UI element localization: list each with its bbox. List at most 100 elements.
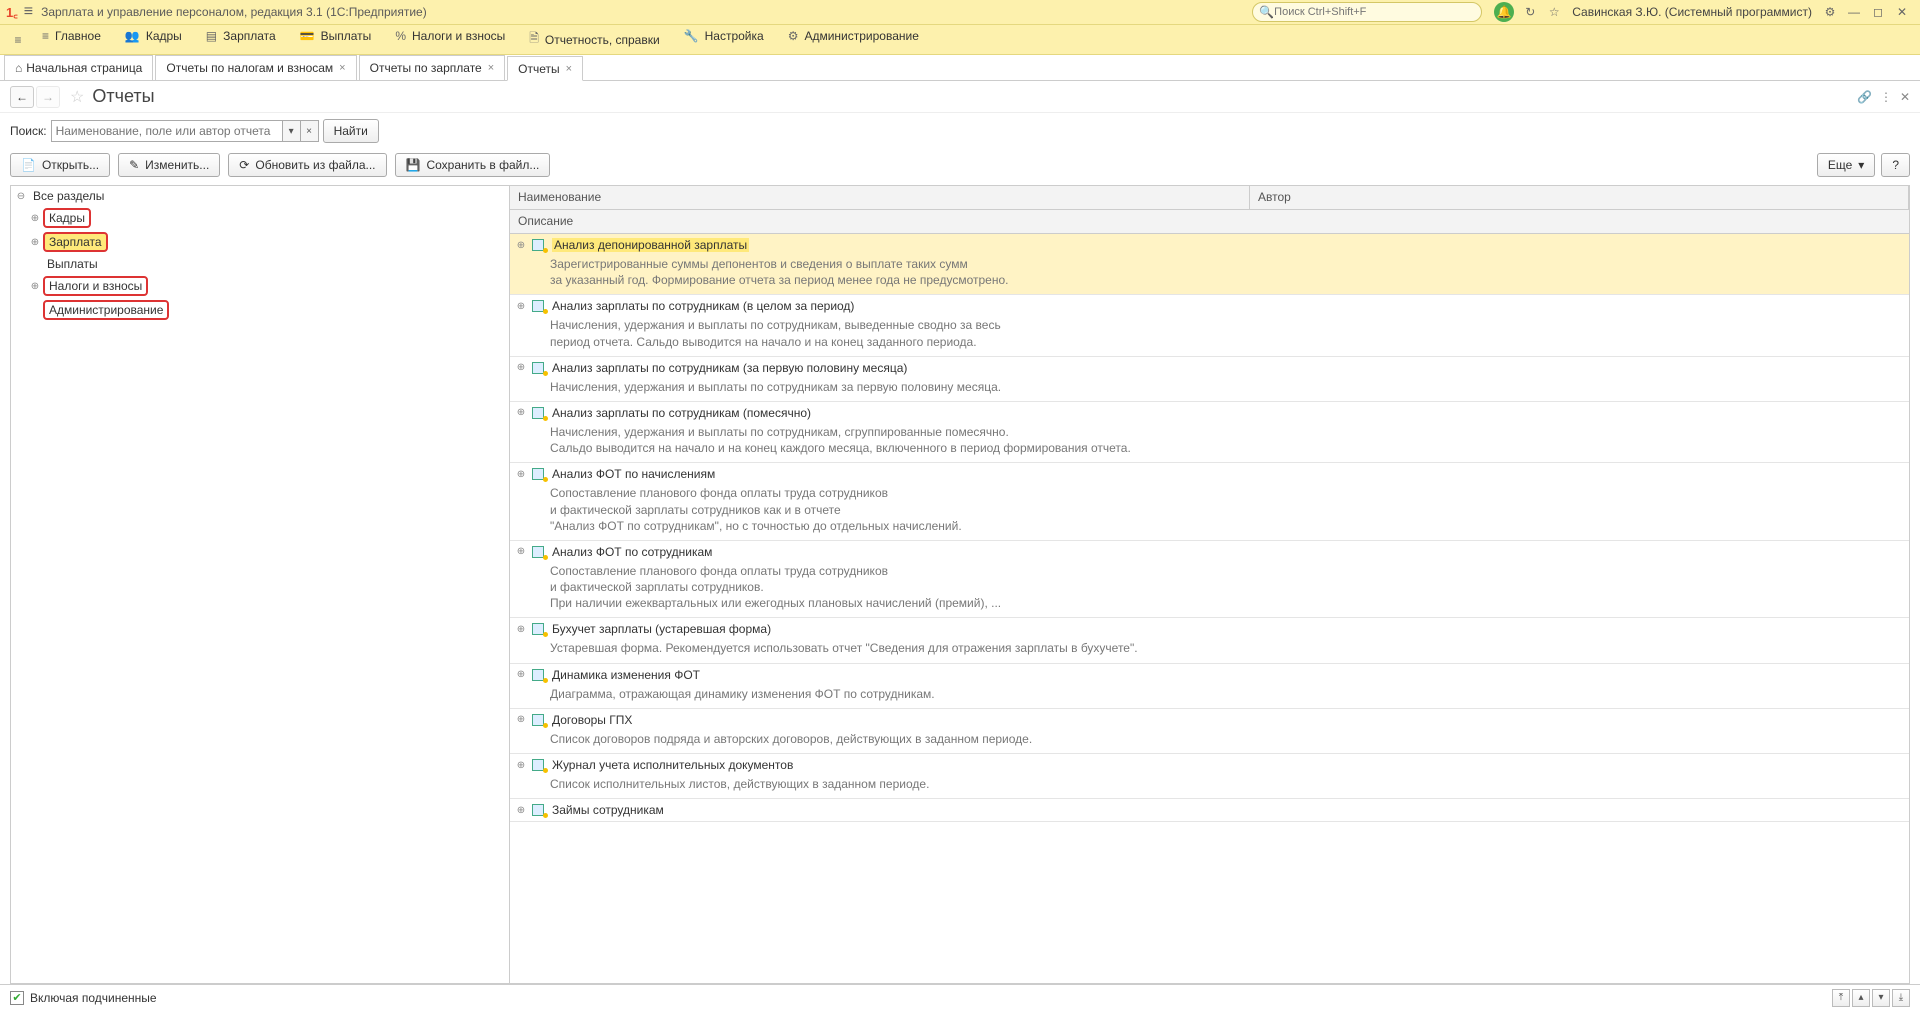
menu-item[interactable]: %Налоги и взносы — [383, 29, 517, 43]
tree-panel[interactable]: ⊖ Все разделы ⊕Кадры⊕ЗарплатаВыплаты⊕Нал… — [10, 185, 510, 984]
report-title: Анализ депонированной зарплаты — [552, 238, 749, 252]
menu-item[interactable]: 👥Кадры — [113, 29, 194, 43]
minimize-icon[interactable]: — — [1844, 2, 1864, 22]
report-item[interactable]: ⊕Займы сотрудникам — [510, 799, 1909, 822]
tab[interactable]: ⌂Начальная страница — [4, 55, 153, 80]
report-item[interactable]: ⊕Динамика изменения ФОТДиаграмма, отража… — [510, 664, 1909, 709]
nav-back-button[interactable]: ← — [10, 86, 34, 108]
search-input[interactable] — [52, 121, 282, 141]
nav-first-icon[interactable]: ⤒ — [1832, 989, 1850, 1007]
settings-icon[interactable]: ⚙ — [1820, 2, 1840, 22]
expand-icon[interactable]: ⊕ — [516, 301, 526, 312]
expand-icon[interactable]: ⊕ — [516, 546, 526, 557]
report-title: Бухучет зарплаты (устаревшая форма) — [552, 622, 771, 636]
collapse-icon[interactable]: ⊖ — [15, 191, 27, 202]
report-item[interactable]: ⊕Анализ зарплаты по сотрудникам (в целом… — [510, 295, 1909, 356]
hamburger-icon[interactable]: ≡ — [24, 3, 33, 21]
page-close-icon[interactable]: ✕ — [1900, 90, 1910, 104]
expand-icon[interactable]: ⊕ — [516, 407, 526, 418]
menu-item[interactable]: ▤Зарплата — [194, 29, 288, 43]
home-icon: ⌂ — [15, 61, 22, 75]
combo-dropdown-icon[interactable]: ▾ — [282, 121, 300, 141]
more-button[interactable]: Еще ▾ — [1817, 153, 1875, 177]
combo-clear-icon[interactable]: × — [300, 121, 318, 141]
tab-close-icon[interactable]: × — [488, 62, 494, 74]
tree-root[interactable]: ⊖ Все разделы — [11, 186, 509, 206]
report-item[interactable]: ⊕Анализ зарплаты по сотрудникам (за перв… — [510, 357, 1909, 402]
nav-down-icon[interactable]: ▾ — [1872, 989, 1890, 1007]
link-icon[interactable]: 🔗 — [1857, 90, 1872, 104]
expand-icon[interactable]: ⊕ — [516, 805, 526, 816]
nav-up-icon[interactable]: ▴ — [1852, 989, 1870, 1007]
expand-icon[interactable]: ⊕ — [516, 240, 526, 251]
nav-fwd-button[interactable]: → — [36, 86, 60, 108]
report-item[interactable]: ⊕Анализ депонированной зарплатыЗарегистр… — [510, 234, 1909, 295]
star-icon[interactable]: ☆ — [1544, 2, 1564, 22]
report-item[interactable]: ⊕Журнал учета исполнительных документовС… — [510, 754, 1909, 799]
col-name[interactable]: Наименование — [510, 186, 1250, 209]
report-item[interactable]: ⊕Бухучет зарплаты (устаревшая форма)Уста… — [510, 618, 1909, 663]
column-header: Наименование Автор — [510, 186, 1909, 210]
report-item[interactable]: ⊕Анализ ФОТ по начислениямСопоставление … — [510, 463, 1909, 541]
kebab-icon[interactable]: ⋮ — [1880, 90, 1892, 104]
search-combo[interactable]: ▾ × — [51, 120, 319, 142]
col-author[interactable]: Автор — [1250, 186, 1909, 209]
close-icon[interactable]: ✕ — [1892, 2, 1912, 22]
report-icon — [532, 545, 546, 559]
menu-item[interactable]: ≡Главное — [30, 29, 113, 43]
open-button[interactable]: 📄Открыть... — [10, 153, 110, 177]
toolbar: 📄Открыть... ✎Изменить... ⟳Обновить из фа… — [0, 149, 1920, 185]
user-label[interactable]: Савинская З.Ю. (Системный программист) — [1572, 5, 1812, 19]
expand-icon[interactable]: ⊕ — [516, 760, 526, 771]
tree-item[interactable]: ⊕Зарплата — [25, 230, 509, 254]
menu-hamburger-icon[interactable]: ≡ — [8, 30, 28, 50]
menu-item[interactable]: 🔧Настройка — [672, 29, 776, 43]
tree-item[interactable]: Выплаты — [25, 254, 509, 274]
tab-close-icon[interactable]: × — [566, 63, 572, 75]
expand-icon[interactable]: ⊕ — [516, 669, 526, 680]
report-item[interactable]: ⊕Договоры ГПХСписок договоров подряда и … — [510, 709, 1909, 754]
global-search-input[interactable] — [1274, 6, 1475, 18]
main-menu: ≡ ≡Главное👥Кадры▤Зарплата💳Выплаты%Налоги… — [0, 25, 1920, 55]
tab[interactable]: Отчеты× — [507, 56, 583, 81]
tree-item[interactable]: Администрирование — [25, 298, 509, 322]
expand-icon[interactable]: ⊕ — [29, 281, 41, 292]
menu-item[interactable]: 💳Выплаты — [288, 29, 384, 43]
tree-item[interactable]: ⊕Кадры — [25, 206, 509, 230]
report-list[interactable]: ⊕Анализ депонированной зарплатыЗарегистр… — [510, 234, 1909, 983]
menu-item[interactable]: 🗎Отчетность, справки — [517, 29, 671, 50]
report-desc: Сопоставление планового фонда оплаты тру… — [550, 485, 1903, 534]
report-item[interactable]: ⊕Анализ ФОТ по сотрудникамСопоставление … — [510, 541, 1909, 619]
tab[interactable]: Отчеты по зарплате× — [359, 55, 506, 80]
nav-last-icon[interactable]: ⤓ — [1892, 989, 1910, 1007]
tab-close-icon[interactable]: × — [339, 62, 345, 74]
report-item[interactable]: ⊕Анализ зарплаты по сотрудникам (помесяч… — [510, 402, 1909, 463]
favorite-icon[interactable]: ☆ — [70, 87, 84, 107]
global-search[interactable]: 🔍 — [1252, 2, 1482, 22]
maximize-icon[interactable]: ◻ — [1868, 2, 1888, 22]
menu-icon: 🗎 — [529, 29, 539, 50]
expand-icon[interactable]: ⊕ — [29, 213, 41, 224]
report-icon — [532, 758, 546, 772]
reload-button[interactable]: ⟳Обновить из файла... — [228, 153, 386, 177]
search-row: Поиск: ▾ × Найти — [0, 113, 1920, 149]
expand-icon[interactable]: ⊕ — [29, 237, 41, 248]
menu-item[interactable]: ⚙Администрирование — [776, 29, 931, 43]
menu-icon: 🔧 — [684, 29, 699, 43]
expand-icon[interactable]: ⊕ — [516, 362, 526, 373]
report-icon — [532, 713, 546, 727]
tab[interactable]: Отчеты по налогам и взносам× — [155, 55, 356, 80]
bell-icon[interactable]: 🔔 — [1494, 2, 1514, 22]
edit-button[interactable]: ✎Изменить... — [118, 153, 220, 177]
find-button[interactable]: Найти — [323, 119, 379, 143]
tree-item[interactable]: ⊕Налоги и взносы — [25, 274, 509, 298]
include-subordinates-checkbox[interactable]: ✔ — [10, 991, 24, 1005]
expand-icon[interactable]: ⊕ — [516, 469, 526, 480]
help-button[interactable]: ? — [1881, 153, 1910, 177]
expand-icon[interactable]: ⊕ — [516, 624, 526, 635]
report-icon — [532, 668, 546, 682]
history-icon[interactable]: ↻ — [1520, 2, 1540, 22]
menu-icon: % — [395, 29, 406, 43]
expand-icon[interactable]: ⊕ — [516, 714, 526, 725]
save-button[interactable]: 💾Сохранить в файл... — [395, 153, 551, 177]
